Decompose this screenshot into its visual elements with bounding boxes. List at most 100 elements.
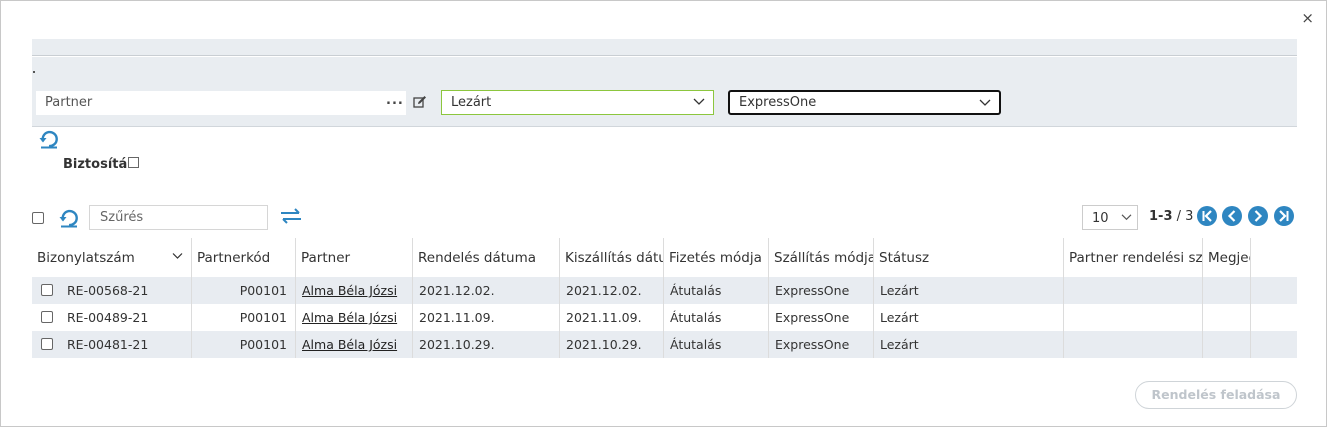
column-header-label: Kiszállítás dátuma xyxy=(565,250,663,266)
row-checkbox[interactable] xyxy=(41,284,53,296)
column-header[interactable]: Bizonylatszám xyxy=(32,238,191,277)
chevron-down-icon xyxy=(979,99,991,106)
ship-date-cell: 2021.11.09. xyxy=(559,304,663,331)
column-header[interactable]: Rendelés dátuma xyxy=(412,238,559,277)
table-row[interactable]: RE-00489-21 P00101 Alma Béla Józsi 2021.… xyxy=(32,304,1297,331)
order-date-cell: 2021.11.09. xyxy=(412,304,559,331)
status-select-value: Lezárt xyxy=(451,95,492,110)
shipping-cell: ExpressOne xyxy=(768,304,873,331)
partner-code-cell: P00101 xyxy=(191,304,295,331)
column-header[interactable]: Partner xyxy=(295,238,412,277)
column-header[interactable]: Partner rendelési száma xyxy=(1063,238,1202,277)
sort-chevron-icon[interactable] xyxy=(172,252,183,260)
prev-page-icon[interactable] xyxy=(1222,206,1242,226)
orders-table: Bizonylatszám Partnerkód Partner Rendelé… xyxy=(32,238,1297,358)
column-header-label: Partner xyxy=(301,250,351,266)
partner-ref-cell xyxy=(1063,331,1202,358)
column-header[interactable]: Kiszállítás dátuma xyxy=(559,238,663,277)
shipping-select[interactable]: ExpressOne xyxy=(728,90,1001,115)
note-cell xyxy=(1202,304,1250,331)
partner-link[interactable]: Alma Béla Józsi xyxy=(302,283,397,298)
chevron-down-icon xyxy=(1121,214,1132,221)
note-cell xyxy=(1202,277,1250,304)
doc-number: RE-00481-21 xyxy=(67,337,149,352)
shipping-cell: ExpressOne xyxy=(768,277,873,304)
close-icon[interactable]: × xyxy=(1301,11,1314,26)
more-dots-icon[interactable]: ... xyxy=(386,93,404,108)
spacer-cell xyxy=(1250,277,1297,304)
column-header-label: Rendelés dátuma xyxy=(418,250,537,266)
row-checkbox[interactable] xyxy=(41,338,53,350)
column-header-label: Státusz xyxy=(879,250,930,266)
partner-cell: Alma Béla Józsi xyxy=(295,304,412,331)
select-all-checkbox[interactable] xyxy=(32,212,44,224)
column-header[interactable]: Szállítás módja xyxy=(768,238,873,277)
column-header-label: Fizetés módja xyxy=(669,250,762,266)
first-page-icon[interactable] xyxy=(1197,206,1217,226)
partner-link[interactable]: Alma Béla Józsi xyxy=(302,337,397,352)
column-header[interactable]: Megjegyzés xyxy=(1202,238,1250,277)
row-checkbox[interactable] xyxy=(41,311,53,323)
doc-number: RE-00489-21 xyxy=(67,310,149,325)
page-total: / 3 xyxy=(1172,209,1194,224)
shipping-cell: ExpressOne xyxy=(768,331,873,358)
collapse-tick xyxy=(33,71,35,73)
column-header[interactable]: Fizetés módja xyxy=(663,238,768,277)
page-info: 1-3 / 3 xyxy=(1149,209,1193,224)
page-size-value: 10 xyxy=(1092,211,1109,226)
order-date-cell: 2021.12.02. xyxy=(412,277,559,304)
ship-date-cell: 2021.12.02. xyxy=(559,277,663,304)
status-cell: Lezárt xyxy=(873,277,1063,304)
column-header[interactable]: Státusz xyxy=(873,238,1063,277)
filter-input[interactable]: Szűrés xyxy=(89,205,268,230)
insurance-checkbox[interactable] xyxy=(128,157,139,168)
partner-code-cell: P00101 xyxy=(191,277,295,304)
next-page-icon[interactable] xyxy=(1248,206,1268,226)
table-header: Bizonylatszám Partnerkód Partner Rendelé… xyxy=(32,238,1297,277)
chevron-down-icon xyxy=(693,98,705,105)
status-cell: Lezárt xyxy=(873,304,1063,331)
shipping-select-value: ExpressOne xyxy=(739,95,817,110)
note-cell xyxy=(1202,331,1250,358)
doc-number-cell: RE-00481-21 xyxy=(32,331,191,358)
submit-order-button[interactable]: Rendelés feladása xyxy=(1135,381,1297,409)
insurance-label: Biztosítás xyxy=(63,157,135,172)
page-size-select[interactable]: 10 xyxy=(1082,205,1138,230)
status-cell: Lezárt xyxy=(873,331,1063,358)
column-header-label: Bizonylatszám xyxy=(37,250,135,266)
refresh-icon[interactable] xyxy=(58,208,80,228)
last-page-icon[interactable] xyxy=(1274,206,1294,226)
order-picker-modal: × Partner ... Lezárt ExpressOne Biztosít… xyxy=(0,0,1327,427)
spacer-cell xyxy=(1250,304,1297,331)
status-select[interactable]: Lezárt xyxy=(441,90,714,115)
order-date-cell: 2021.10.29. xyxy=(412,331,559,358)
column-header xyxy=(1250,238,1297,277)
page-range: 1-3 xyxy=(1149,209,1173,224)
partner-ref-cell xyxy=(1063,277,1202,304)
partner-code-cell: P00101 xyxy=(191,331,295,358)
payment-cell: Átutalás xyxy=(663,277,768,304)
payment-cell: Átutalás xyxy=(663,331,768,358)
edit-icon[interactable] xyxy=(413,95,427,109)
column-header-label: Partnerkód xyxy=(197,250,271,266)
column-header-label: Szállítás módja xyxy=(774,250,873,266)
doc-number-cell: RE-00568-21 xyxy=(32,277,191,304)
doc-number: RE-00568-21 xyxy=(67,283,149,298)
reset-filters-refresh-icon[interactable] xyxy=(38,129,60,149)
filter-panel-header xyxy=(32,39,1297,56)
column-header[interactable]: Partnerkód xyxy=(191,238,295,277)
column-header-label: Megjegyzés xyxy=(1208,250,1250,266)
payment-cell: Átutalás xyxy=(663,304,768,331)
table-row[interactable]: RE-00481-21 P00101 Alma Béla Józsi 2021.… xyxy=(32,331,1297,358)
doc-number-cell: RE-00489-21 xyxy=(32,304,191,331)
partner-ref-cell xyxy=(1063,304,1202,331)
ship-date-cell: 2021.10.29. xyxy=(559,331,663,358)
partner-cell: Alma Béla Józsi xyxy=(295,331,412,358)
swap-icon[interactable] xyxy=(280,207,302,225)
partner-input[interactable]: Partner xyxy=(36,91,406,115)
spacer-cell xyxy=(1250,331,1297,358)
column-header-label: Partner rendelési száma xyxy=(1069,250,1202,266)
table-row[interactable]: RE-00568-21 P00101 Alma Béla Józsi 2021.… xyxy=(32,277,1297,304)
partner-link[interactable]: Alma Béla Józsi xyxy=(302,310,397,325)
partner-cell: Alma Béla Józsi xyxy=(295,277,412,304)
